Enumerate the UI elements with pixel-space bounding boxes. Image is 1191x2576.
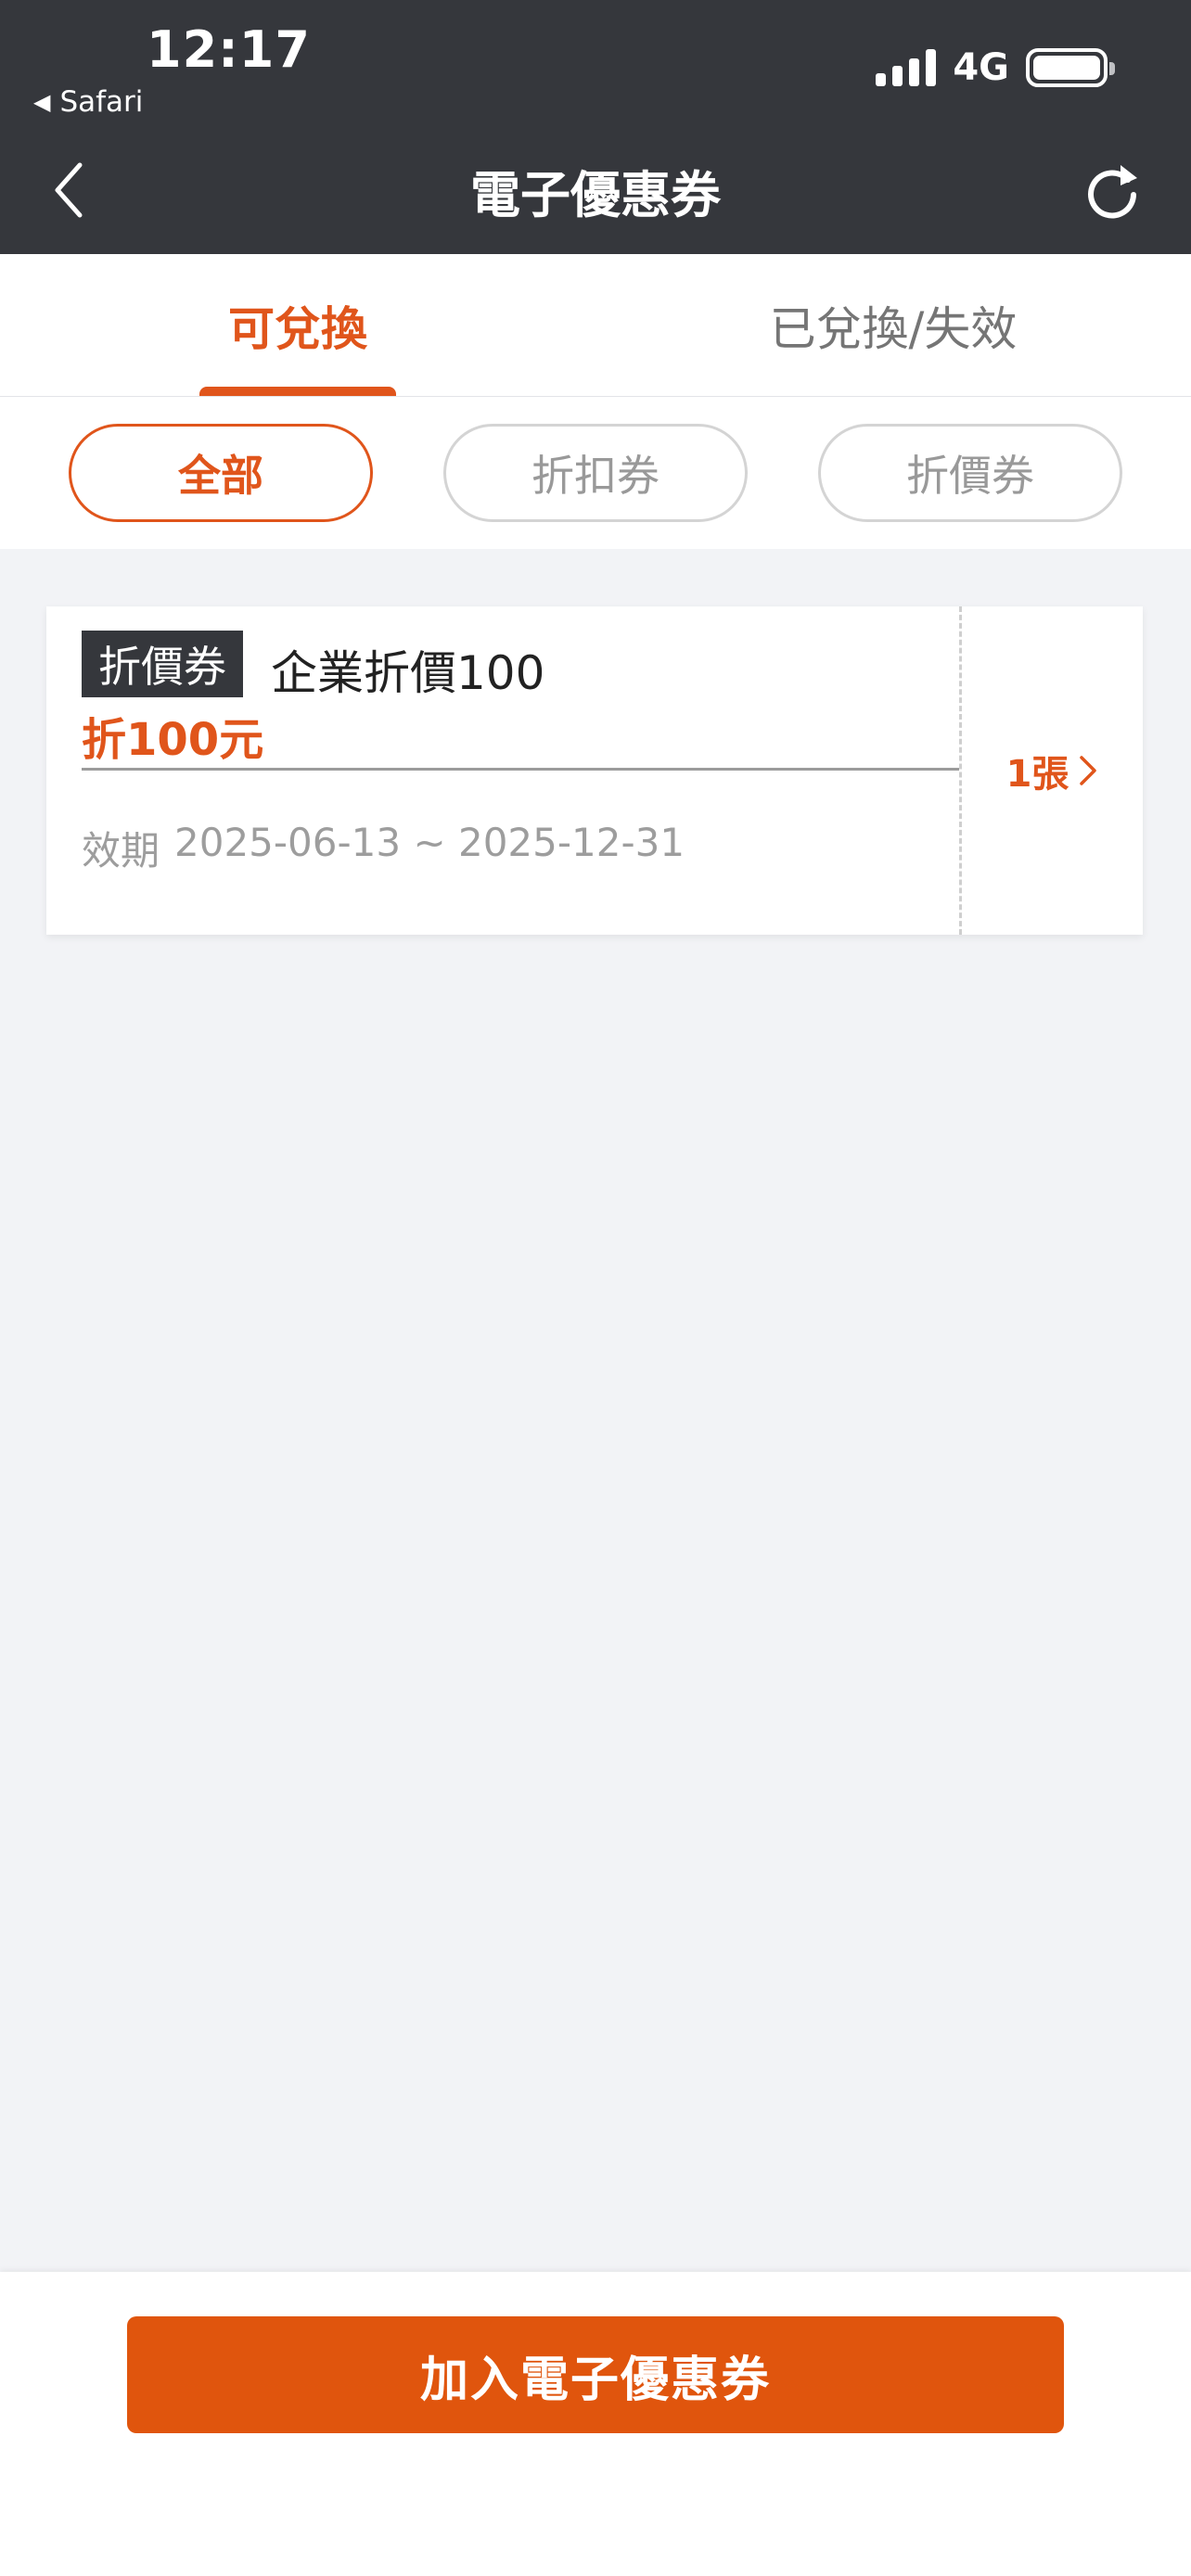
filter-cash-coupon[interactable]: 折價券 [818,424,1122,522]
coupon-validity: 效期 2025-06-13 ~ 2025-12-31 [82,820,685,876]
battery-icon [1026,48,1115,87]
status-time: 12:17 [147,20,311,79]
coupon-page: 12:17 ◀ Safari 4G 電子優惠券 可兌換 已兌換/失效 全部 折扣… [0,0,1191,2576]
coupon-amount: 折100元 [82,714,264,766]
chevron-right-icon [1080,756,1097,785]
coupon-filter-bar: 全部 折扣券 折價券 [0,397,1191,549]
filter-all[interactable]: 全部 [69,424,373,522]
tab-redeemed-expired[interactable]: 已兌換/失效 [596,254,1191,396]
tab-bar: 可兌換 已兌換/失效 [0,254,1191,397]
back-to-app-link[interactable]: ◀ Safari [33,85,143,119]
refresh-icon[interactable] [1080,158,1145,223]
coupon-card[interactable]: 折價券 企業折價100 折100元 效期 2025-06-13 ~ 2025-1… [46,606,1143,935]
tab-redeemable[interactable]: 可兌換 [0,254,596,396]
validity-range: 2025-06-13 ~ 2025-12-31 [174,820,685,865]
page-title: 電子優惠券 [470,166,721,224]
coupon-divider [82,768,959,771]
tab-redeemed-expired-label: 已兌換/失效 [769,301,1018,356]
coupon-count: 1張 [1005,753,1069,796]
coupon-type-badge: 折價券 [82,631,243,697]
top-bar: 12:17 ◀ Safari 4G 電子優惠券 [0,0,1191,254]
filter-discount-coupon[interactable]: 折扣券 [443,424,748,522]
cellular-signal-icon [876,49,937,86]
network-type: 4G [953,46,1009,89]
bottom-action-bar: 加入電子優惠券 [0,2272,1191,2576]
add-coupon-button[interactable]: 加入電子優惠券 [127,2316,1064,2433]
status-indicators: 4G [876,46,1115,89]
coupon-name: 企業折價100 [271,646,545,700]
tab-redeemable-label: 可兌換 [228,301,367,356]
back-triangle-icon: ◀ [33,89,51,115]
coupon-details: 折價券 企業折價100 折100元 效期 2025-06-13 ~ 2025-1… [46,606,959,935]
coupon-count-link[interactable]: 1張 [962,606,1143,935]
active-tab-indicator [199,387,396,396]
validity-label: 效期 [82,828,160,874]
back-app-label: Safari [59,85,144,119]
